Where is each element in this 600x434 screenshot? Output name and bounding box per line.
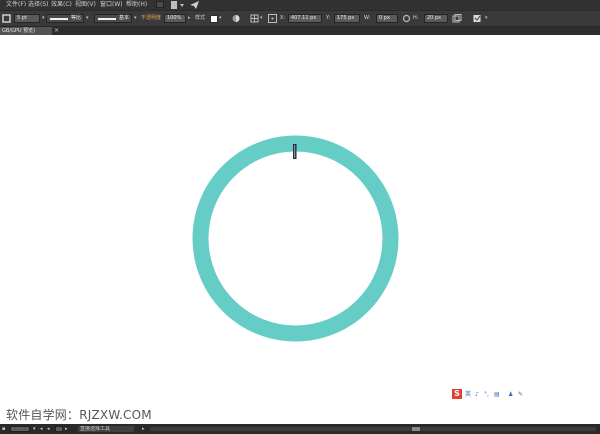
reference-point-icon[interactable]	[268, 14, 277, 23]
opacity-dropdown-icon[interactable]: ▸	[188, 14, 191, 23]
teal-ring[interactable]	[192, 135, 399, 342]
prev-artboard-arrow-icon[interactable]: ◂	[47, 424, 50, 434]
constrain-proportions-icon[interactable]	[402, 14, 411, 23]
menu-effect[interactable]: 效果(C)	[51, 0, 72, 10]
status-play-icon[interactable]: ▸	[142, 424, 145, 434]
watermark-text: 软件自学网：RJZXW.COM	[6, 408, 152, 422]
y-position-field[interactable]: 175 px	[334, 14, 360, 23]
x-label: X:	[280, 15, 286, 21]
artboard-canvas[interactable]: S 英 ♪ °, ▤ ♟ ✎	[0, 35, 600, 424]
menu-bar: 文件(F) 选择(S) 效果(C) 视图(V) 窗口(W) 帮助(H)	[0, 0, 600, 10]
menu-select[interactable]: 选择(S)	[28, 0, 49, 10]
next-artboard-arrow-icon[interactable]: ▸	[65, 424, 68, 434]
ime-halfwidth-icon[interactable]: ♪	[475, 390, 479, 399]
style-swatch[interactable]	[210, 15, 218, 23]
zoom-dropdown-icon[interactable]: ▾	[33, 424, 36, 434]
zoom-field[interactable]	[10, 426, 30, 432]
current-tool-status[interactable]: 直接选择工具	[78, 426, 134, 432]
ime-logo-icon[interactable]: S	[452, 389, 462, 399]
menu-view[interactable]: 视图(V)	[75, 0, 96, 10]
scrollbar-thumb[interactable]	[412, 427, 420, 431]
control-bar: 5 pt ▾ 等比 ▾ 基本 ▾ 不透明度 100% ▸ 样式 ▾ ▾ X: 4…	[0, 10, 600, 27]
profile-dropdown-icon[interactable]: ▾	[86, 14, 89, 23]
bridge-icon[interactable]	[156, 1, 164, 8]
isolate-dropdown-icon[interactable]: ▾	[485, 14, 488, 23]
stroke-weight-dropdown-icon[interactable]: ▾	[42, 14, 45, 23]
align-dropdown-icon[interactable]: ▾	[260, 14, 263, 23]
menu-window[interactable]: 窗口(W)	[100, 0, 123, 10]
brush-label: 基本	[119, 15, 130, 21]
document-tab[interactable]: GB/GPU 预览)	[0, 27, 52, 35]
menu-file[interactable]: 文件(F)	[6, 0, 26, 10]
recolor-icon[interactable]	[231, 14, 241, 23]
ime-skin-icon[interactable]: ♟	[508, 390, 513, 399]
document-tab-strip: GB/GPU 预览) ×	[0, 27, 600, 35]
x-position-field[interactable]: 407.11 px	[288, 14, 322, 23]
isolate-icon[interactable]	[473, 14, 485, 23]
width-field[interactable]: 0 px	[376, 14, 398, 23]
opacity-field[interactable]: 100%	[164, 14, 186, 23]
brush-definition[interactable]: 基本	[94, 14, 132, 23]
menu-help[interactable]: 帮助(H)	[126, 0, 147, 10]
height-field[interactable]: 20 px	[424, 14, 448, 23]
close-tab-icon[interactable]: ×	[54, 27, 59, 35]
ime-language-icon[interactable]: 英	[465, 390, 471, 399]
brush-dropdown-icon[interactable]: ▾	[134, 14, 137, 23]
artboard-number-field[interactable]	[55, 426, 63, 432]
ime-toolbar: S 英 ♪ °, ▤ ♟ ✎	[452, 389, 532, 401]
variable-width-profile[interactable]: 等比	[46, 14, 84, 23]
arrange-documents-icon[interactable]	[171, 1, 184, 9]
send-icon[interactable]	[190, 1, 199, 9]
y-label: Y:	[326, 15, 331, 21]
first-artboard-arrow-icon[interactable]: ◂	[40, 424, 43, 434]
align-grid-icon[interactable]	[250, 14, 260, 23]
ime-punctuation-icon[interactable]: °,	[484, 390, 489, 399]
style-label: 样式	[195, 15, 206, 21]
h-label: H:	[413, 15, 419, 21]
profile-label: 等比	[71, 15, 82, 21]
stroke-color-icon[interactable]	[2, 14, 12, 23]
style-dropdown-icon[interactable]: ▾	[219, 14, 222, 23]
status-left-icon: ▪	[2, 426, 6, 432]
transform-icon[interactable]	[452, 14, 462, 23]
stroke-weight-field[interactable]: 5 pt	[14, 14, 40, 23]
ime-tools-icon[interactable]: ✎	[518, 390, 523, 399]
w-label: W:	[364, 15, 371, 21]
status-bar: ▪ ▾ ◂ ◂ ▸ 直接选择工具 ▸	[0, 424, 600, 434]
opacity-label[interactable]: 不透明度	[141, 14, 161, 23]
canvas-artwork	[192, 135, 399, 342]
ime-keyboard-icon[interactable]: ▤	[494, 390, 500, 399]
horizontal-scrollbar[interactable]	[150, 427, 596, 431]
